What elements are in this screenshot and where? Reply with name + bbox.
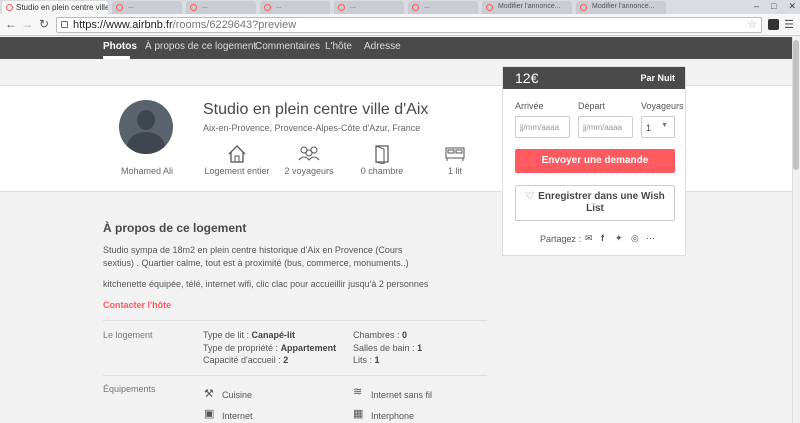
- request-booking-button[interactable]: Envoyer une demande: [515, 149, 675, 173]
- guests-label: Voyageurs: [641, 101, 684, 111]
- url-host: https://www.airbnb.fr: [73, 19, 173, 31]
- subnav-active-indicator: [103, 56, 130, 59]
- email-icon[interactable]: ✉: [585, 233, 593, 244]
- detail-bedrooms: Chambres : 0: [353, 330, 408, 340]
- feature-guests: 2 voyageurs: [284, 144, 334, 176]
- minimize-icon[interactable]: –: [754, 1, 759, 12]
- details-heading: Le logement: [103, 330, 153, 340]
- detail-bathrooms: Salles de bain : 1: [353, 343, 423, 353]
- browser-tab[interactable]: ...: [186, 1, 256, 14]
- divider: [103, 320, 487, 321]
- chevron-down-icon: ▼: [661, 122, 668, 129]
- lock-icon: [61, 21, 68, 28]
- feature-bedrooms: 0 chambre: [358, 144, 406, 176]
- browser-tab[interactable]: ...: [112, 1, 182, 14]
- about-description: Studio sympa de 18m2 en plein centre his…: [103, 245, 409, 268]
- heart-icon: ♡: [525, 191, 535, 202]
- amenity-wifi: Internet sans fil: [371, 390, 433, 400]
- browser-tab[interactable]: ...: [408, 1, 478, 14]
- guests-icon: [298, 146, 320, 161]
- tab-title: Studio en plein centre ville d'Aix: [16, 3, 108, 12]
- airbnb-favicon-icon: [6, 4, 13, 11]
- tab-favicon-icon: [580, 4, 587, 11]
- browser-toolbar: ← → ↻ https://www.airbnb.fr/rooms/622964…: [0, 14, 800, 36]
- door-icon: [375, 145, 389, 164]
- bed-icon: [445, 147, 465, 161]
- amenity-intercom: Interphone: [371, 411, 415, 421]
- forward-arrow-icon[interactable]: →: [20, 17, 34, 31]
- home-icon: [228, 145, 246, 163]
- address-bar[interactable]: https://www.airbnb.fr/rooms/6229643?prev…: [56, 17, 762, 33]
- host-avatar[interactable]: [119, 100, 173, 154]
- share-label: Partagez :: [540, 234, 582, 244]
- about-heading: À propos de ce logement: [103, 221, 247, 235]
- price-bar: 12€ Par Nuit: [503, 67, 685, 89]
- reload-icon[interactable]: ↻: [37, 17, 51, 31]
- tab-favicon-icon: [116, 4, 123, 11]
- detail-capacity: Capacité d'accueil : 2: [203, 355, 289, 365]
- intercom-icon: ▦: [353, 408, 364, 420]
- wifi-icon: ≋: [353, 386, 363, 398]
- divider: [103, 375, 487, 376]
- feature-beds: 1 lit: [440, 144, 470, 176]
- subnav-about[interactable]: À propos de ce logement: [145, 41, 256, 52]
- back-arrow-icon[interactable]: ←: [4, 17, 18, 31]
- subnav-reviews[interactable]: Commentaires: [255, 41, 320, 52]
- host-name[interactable]: Mohamed Ali: [121, 166, 173, 176]
- arrival-label: Arrivée: [515, 101, 544, 111]
- kitchen-icon: ⚒: [204, 388, 214, 400]
- subnav-address[interactable]: Adresse: [364, 41, 401, 52]
- window-controls: – □ ✕: [754, 1, 796, 12]
- tab-favicon-icon: [264, 4, 271, 11]
- departure-date-input[interactable]: jj/mm/aaaa: [578, 116, 633, 138]
- amenity-kitchen: Cuisine: [222, 390, 253, 400]
- subnav-photos[interactable]: Photos: [103, 41, 137, 52]
- listing-title: Studio en plein centre ville d'Aix: [203, 101, 429, 118]
- maximize-icon[interactable]: □: [771, 1, 776, 12]
- tab-favicon-icon: [338, 4, 345, 11]
- contact-host-link[interactable]: Contacter l'hôte: [103, 300, 171, 310]
- price-unit: Par Nuit: [640, 73, 675, 83]
- bookmark-star-icon[interactable]: ☆: [747, 18, 757, 32]
- url-path: /rooms/6229643?preview: [172, 19, 297, 31]
- subnav-host[interactable]: L'hôte: [325, 41, 352, 52]
- twitter-icon[interactable]: ✦: [615, 233, 623, 244]
- feature-room-type: Logement entier: [204, 144, 270, 176]
- browser-tab[interactable]: ...: [260, 1, 330, 14]
- browser-menu-icon[interactable]: ☰: [784, 18, 794, 31]
- booking-panel: 12€ Par Nuit Arrivée Départ Voyageurs jj…: [502, 66, 686, 256]
- amenity-internet: Internet: [222, 411, 253, 421]
- pinterest-icon[interactable]: ◎: [631, 233, 639, 244]
- nightly-price: 12€: [515, 70, 539, 86]
- close-window-icon[interactable]: ✕: [788, 1, 796, 12]
- detail-property-type: Type de propriété : Appartement: [203, 343, 337, 353]
- scrollbar-thumb[interactable]: [793, 40, 799, 170]
- detail-bed-type: Type de lit : Canapé-lit: [203, 330, 296, 340]
- extension-icon[interactable]: [768, 19, 779, 30]
- arrival-date-input[interactable]: jj/mm/aaaa: [515, 116, 570, 138]
- browser-tab[interactable]: Modifier l'annonce...: [576, 1, 666, 14]
- internet-icon: ▣: [204, 408, 215, 420]
- detail-beds: Lits : 1: [353, 355, 380, 365]
- departure-label: Départ: [578, 101, 606, 111]
- listing-subnav: Photos À propos de ce logement Commentai…: [0, 37, 792, 59]
- about-description-2: kitchenette équipée, télé, internet wifi…: [103, 279, 429, 289]
- browser-tab-strip: Studio en plein centre ville d'Aix ... .…: [0, 0, 800, 14]
- tab-favicon-icon: [412, 4, 419, 11]
- browser-tab[interactable]: Modifier l'annonce...: [482, 1, 572, 14]
- listing-location[interactable]: Aix-en-Provence, Provence-Alpes-Côte d'A…: [203, 123, 420, 133]
- tab-favicon-icon: [190, 4, 197, 11]
- save-wishlist-button[interactable]: ♡ Enregistrer dans une Wish List: [515, 185, 675, 221]
- more-share-icon[interactable]: ···: [646, 233, 655, 243]
- amenities-heading: Équipements: [103, 384, 156, 394]
- browser-tab[interactable]: ...: [334, 1, 404, 14]
- tab-favicon-icon: [486, 4, 493, 11]
- guests-select[interactable]: 1 ▼: [641, 116, 675, 138]
- facebook-icon[interactable]: f: [601, 233, 604, 243]
- browser-tab-active[interactable]: Studio en plein centre ville d'Aix: [2, 1, 108, 14]
